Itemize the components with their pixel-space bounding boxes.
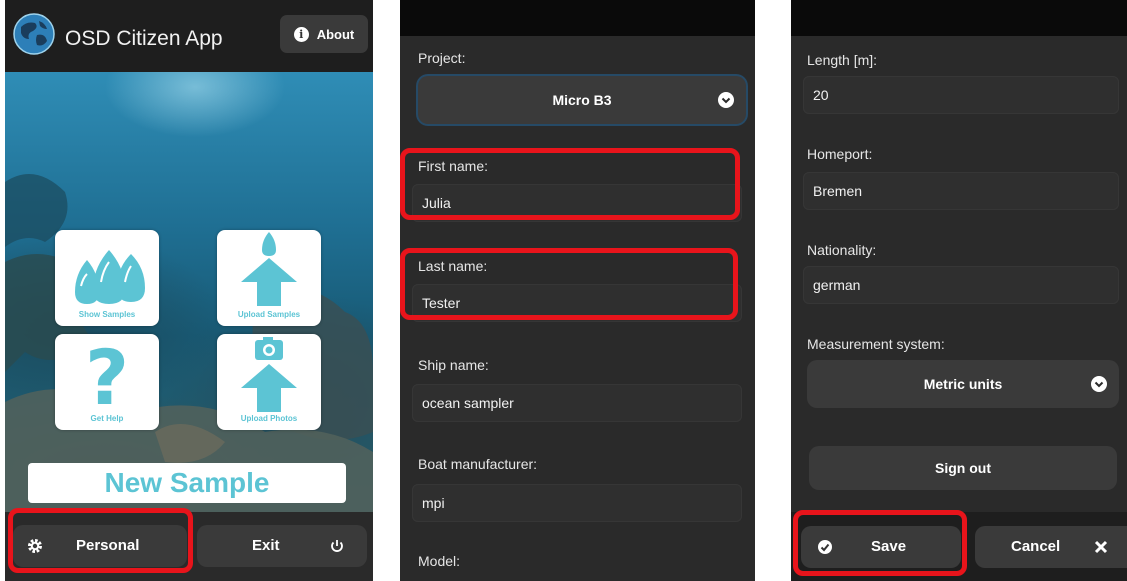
- show-samples-label: Show Samples: [78, 310, 136, 319]
- ship-name-label: Ship name:: [418, 357, 489, 373]
- upload-samples-label: Upload Samples: [237, 310, 301, 319]
- exit-button[interactable]: Exit: [197, 525, 367, 567]
- boat-manufacturer-label: Boat manufacturer:: [418, 456, 538, 472]
- last-name-highlight-box: [400, 248, 738, 320]
- ship-name-field[interactable]: ocean sampler: [412, 384, 742, 422]
- nationality-field[interactable]: german: [803, 266, 1119, 304]
- nationality-label: Nationality:: [807, 242, 877, 258]
- new-sample-button[interactable]: New Sample: [28, 463, 346, 503]
- project-select-value: Micro B3: [552, 92, 612, 108]
- length-field[interactable]: 20: [803, 76, 1119, 114]
- project-label: Project:: [418, 50, 466, 66]
- personal-form-screen: Project: Micro B3 First name: Julia Last…: [400, 0, 755, 581]
- exit-button-label: Exit: [252, 537, 280, 554]
- upload-photos-label: Upload Photos: [240, 414, 298, 423]
- first-name-highlight-box: [400, 148, 740, 220]
- personal-highlight-box: [8, 508, 193, 573]
- status-bar: [791, 0, 1127, 36]
- sign-out-button[interactable]: Sign out: [809, 446, 1117, 490]
- get-help-label: Get Help: [90, 414, 124, 423]
- about-button[interactable]: i About: [280, 15, 368, 53]
- cancel-button[interactable]: Cancel: [975, 526, 1127, 568]
- app-title: OSD Citizen App: [65, 27, 223, 50]
- underwater-background: Show Samples Upload Samples ? Get Help U…: [5, 72, 373, 512]
- get-help-tile[interactable]: ? Get Help: [55, 334, 159, 430]
- measurement-system-label: Measurement system:: [807, 336, 945, 352]
- info-icon: i: [293, 26, 309, 42]
- cancel-button-label: Cancel: [1011, 538, 1061, 555]
- model-label: Model:: [418, 553, 461, 569]
- globe-logo-icon: [13, 13, 55, 55]
- upload-samples-tile[interactable]: Upload Samples: [217, 230, 321, 326]
- personal-form-screen-bottom: Length [m]: 20 Homeport: Bremen National…: [791, 0, 1127, 581]
- homeport-field[interactable]: Bremen: [803, 172, 1119, 210]
- svg-text:?: ?: [85, 334, 129, 422]
- save-highlight-box: [793, 510, 967, 576]
- length-label: Length [m]:: [807, 52, 878, 68]
- about-button-label: About: [316, 26, 355, 42]
- measurement-system-select[interactable]: Metric units: [807, 360, 1119, 408]
- close-icon: [1094, 540, 1108, 554]
- home-screen: OSD Citizen App i About Show Samples Upl…: [5, 0, 373, 581]
- homeport-label: Homeport:: [807, 146, 873, 162]
- chevron-down-icon: [1091, 376, 1107, 392]
- project-select[interactable]: Micro B3: [418, 76, 746, 124]
- power-icon: [331, 540, 343, 552]
- chevron-down-icon: [718, 92, 734, 108]
- show-samples-tile[interactable]: Show Samples: [55, 230, 159, 326]
- measurement-system-value: Metric units: [923, 376, 1003, 392]
- app-header: OSD Citizen App i About: [5, 0, 373, 72]
- boat-manufacturer-field[interactable]: mpi: [412, 484, 742, 522]
- upload-photos-tile[interactable]: Upload Photos: [217, 334, 321, 430]
- status-bar: [400, 0, 755, 36]
